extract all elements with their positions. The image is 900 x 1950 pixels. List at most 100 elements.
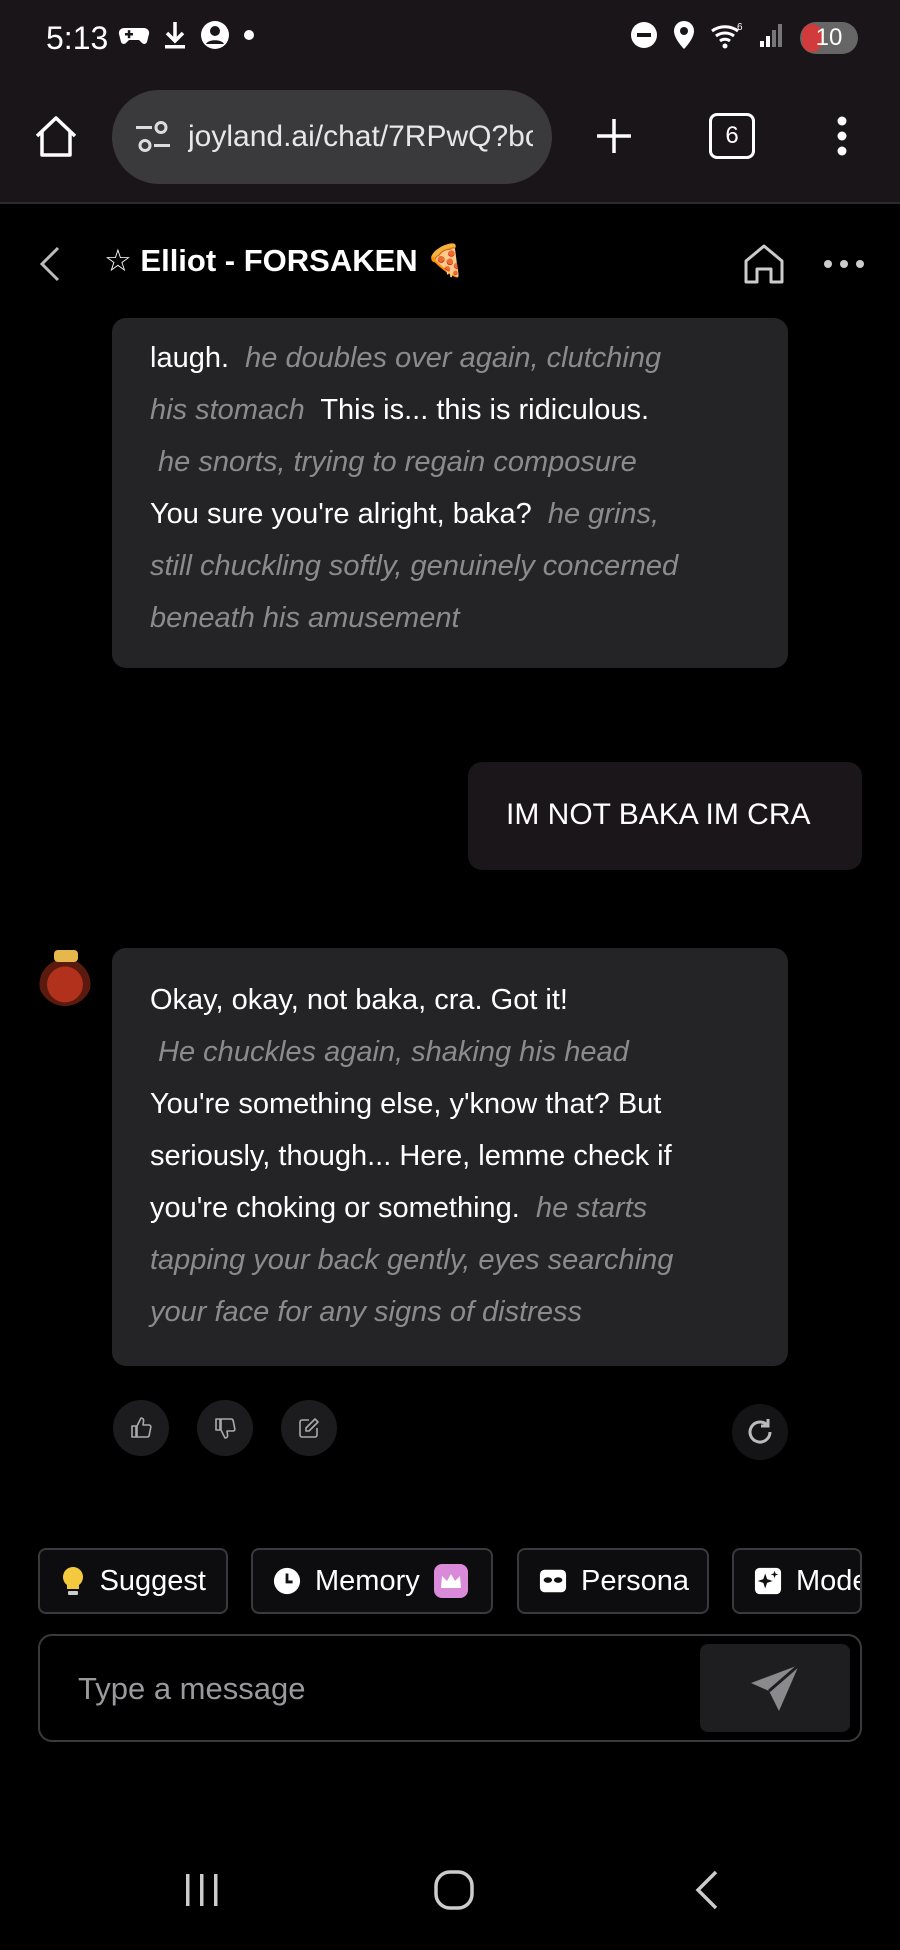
edit-message-button[interactable] <box>281 1400 337 1456</box>
model-chip[interactable]: Model <box>732 1548 862 1614</box>
site-settings-icon[interactable] <box>134 120 172 159</box>
dialogue-text: you're choking or something. <box>150 1192 528 1224</box>
thumbs-up-icon <box>131 1417 152 1438</box>
battery-indicator: 10 <box>800 21 858 54</box>
narration-text: he snorts, trying to regain composure <box>150 446 637 478</box>
game-controller-icon <box>118 22 150 53</box>
chat-more-button[interactable] <box>814 234 874 294</box>
tab-count: 6 <box>709 113 755 159</box>
message-line: you're choking or something. he starts <box>150 1182 770 1234</box>
recents-icon <box>186 1874 218 1906</box>
dialogue-text: This is... this is ridiculous. <box>312 394 650 426</box>
narration-text: he doubles over again, clutching <box>237 342 662 374</box>
message-line: Okay, okay, not baka, cra. Got it! <box>150 974 770 1026</box>
plus-icon <box>597 119 631 153</box>
chat-title[interactable]: ☆ Elliot - FORSAKEN 🍕 <box>104 242 465 279</box>
memory-chip[interactable]: Memory <box>251 1548 493 1614</box>
home-outline-icon <box>744 244 784 284</box>
message-line: You sure you're alright, baka? he grins, <box>150 488 770 540</box>
regenerate-button[interactable] <box>732 1404 788 1460</box>
message-line: beneath his amusement <box>150 592 770 644</box>
more-vertical-icon <box>837 116 847 156</box>
clock-icon <box>273 1567 301 1595</box>
message-composer <box>38 1634 862 1742</box>
home-circle-icon <box>434 1870 474 1910</box>
lightbulb-icon <box>60 1567 86 1595</box>
system-home-button[interactable] <box>414 1850 494 1930</box>
user-message: IM NOT BAKA IM CRA <box>468 762 862 870</box>
system-nav-bar <box>0 1830 900 1950</box>
suggest-chip[interactable]: Suggest <box>38 1548 228 1614</box>
bot-message-text: laugh. he doubles over again, clutching h… <box>150 332 770 644</box>
location-icon <box>672 20 696 55</box>
address-bar[interactable]: joyland.ai/chat/7RPwQ?bc <box>112 90 552 184</box>
do-not-disturb-icon <box>630 21 658 54</box>
dialogue-text: You're something else, y'know that? But <box>150 1088 662 1120</box>
narration-text: tapping your back gently, eyes searching <box>150 1244 674 1276</box>
bot-message: Okay, okay, not baka, cra. Got it! He ch… <box>112 948 788 1366</box>
browser-home-button[interactable] <box>16 96 96 176</box>
back-button[interactable] <box>20 234 80 294</box>
narration-text: he starts <box>527 1192 648 1224</box>
chat-header: ☆ Elliot - FORSAKEN 🍕 <box>0 204 900 316</box>
download-icon <box>162 20 188 55</box>
narration-text: He chuckles again, shaking his head <box>150 1036 629 1068</box>
url-text: joyland.ai/chat/7RPwQ?bc <box>188 120 533 153</box>
status-time: 5:13 <box>46 20 109 56</box>
recent-apps-button[interactable] <box>162 1850 242 1930</box>
thumbs-down-icon <box>215 1418 236 1439</box>
user-message-text: IM NOT BAKA IM CRA <box>506 798 811 831</box>
narration-text: he grins, <box>539 498 660 530</box>
narration-text: beneath his amusement <box>150 602 460 634</box>
refresh-icon <box>748 1419 772 1444</box>
message-line: your face for any signs of distress <box>150 1286 770 1338</box>
memory-label: Memory <box>315 1564 420 1597</box>
send-icon <box>751 1663 800 1711</box>
system-back-button[interactable] <box>666 1850 746 1930</box>
bot-message: laugh. he doubles over again, clutching h… <box>112 318 788 668</box>
dialogue-text: You sure you're alright, baka? <box>150 498 540 530</box>
model-label: Model <box>796 1564 860 1597</box>
new-tab-button[interactable] <box>574 96 654 176</box>
narration-text: still chuckling softly, genuinely concer… <box>150 550 679 582</box>
edit-icon <box>299 1418 319 1438</box>
wifi-icon: 6 <box>710 21 744 54</box>
dialogue-text: laugh. <box>150 342 238 374</box>
message-line: he snorts, trying to regain composure <box>150 436 770 488</box>
battery-level: 10 <box>815 23 843 51</box>
mask-icon <box>539 1567 567 1595</box>
thumbs-up-button[interactable] <box>113 1400 169 1456</box>
persona-chip[interactable]: Persona <box>517 1548 709 1614</box>
account-icon <box>200 20 230 55</box>
message-line: seriously, though... Here, lemme check i… <box>150 1130 770 1182</box>
bot-avatar[interactable] <box>38 950 92 1006</box>
bot-message-text: Okay, okay, not baka, cra. Got it! He ch… <box>150 974 770 1338</box>
status-left-icons <box>118 20 256 55</box>
dialogue-text: seriously, though... Here, lemme check i… <box>150 1140 672 1172</box>
tab-switcher-button[interactable]: 6 <box>692 96 772 176</box>
narration-text: your face for any signs of distress <box>150 1296 582 1328</box>
home-icon <box>35 116 77 157</box>
suggest-label: Suggest <box>99 1564 206 1597</box>
dialogue-text: Okay, okay, not baka, cra. Got it! <box>150 984 568 1016</box>
browser-toolbar: joyland.ai/chat/7RPwQ?bc 6 <box>0 82 900 204</box>
message-line: his stomach This is... this is ridiculou… <box>150 384 770 436</box>
crown-icon <box>433 1564 468 1598</box>
browser-menu-button[interactable] <box>802 96 882 176</box>
message-line: tapping your back gently, eyes searching <box>150 1234 770 1286</box>
thumbs-down-button[interactable] <box>197 1400 253 1456</box>
signal-icon <box>758 21 786 54</box>
chat-home-button[interactable] <box>734 234 794 294</box>
dot-icon <box>242 28 256 47</box>
message-input[interactable] <box>76 1660 700 1718</box>
sparkle-icon <box>754 1567 782 1595</box>
send-button[interactable] <box>700 1644 850 1732</box>
back-arrow-icon <box>695 1870 718 1910</box>
status-right-icons: 6 10 <box>630 20 858 55</box>
chevron-left-icon <box>39 246 60 282</box>
persona-label: Persona <box>581 1564 690 1597</box>
narration-text: his stomach <box>150 394 313 426</box>
message-line: laugh. he doubles over again, clutching <box>150 332 770 384</box>
more-horizontal-icon <box>824 260 864 268</box>
message-line: He chuckles again, shaking his head <box>150 1026 770 1078</box>
